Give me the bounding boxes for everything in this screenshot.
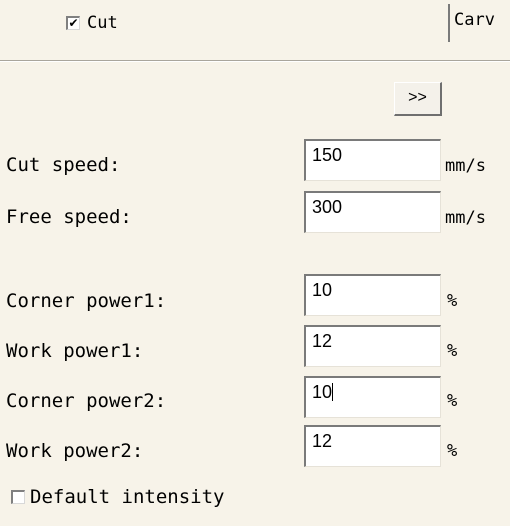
corner-power2-label: Corner power2: (6, 390, 167, 412)
cut-checkbox[interactable]: ✔ (66, 16, 80, 30)
cut-checkbox-label: Cut (87, 13, 118, 33)
cut-speed-label: Cut speed: (6, 154, 121, 176)
expand-button[interactable]: >> (394, 82, 442, 116)
separator (0, 60, 510, 62)
corner-power1-input[interactable]: 10 (304, 274, 441, 316)
work-power1-input[interactable]: 12 (304, 325, 441, 367)
corner-power1-label: Corner power1: (6, 290, 167, 312)
work-power2-unit: % (447, 441, 458, 461)
work-power2-value: 12 (312, 431, 333, 451)
corner-power2-input[interactable]: 10 (304, 376, 441, 418)
free-speed-value: 300 (312, 197, 343, 217)
cut-speed-value: 150 (312, 145, 343, 165)
free-speed-input[interactable]: 300 (304, 191, 441, 233)
default-intensity-checkbox[interactable] (11, 490, 25, 504)
corner-power2-value: 10 (312, 382, 333, 402)
work-power1-label: Work power1: (6, 340, 144, 362)
work-power2-label: Work power2: (6, 440, 144, 462)
text-caret (332, 383, 334, 401)
work-power1-unit: % (447, 341, 458, 361)
work-power1-value: 12 (312, 331, 333, 351)
cut-speed-input[interactable]: 150 (304, 139, 441, 181)
check-mark-icon: ✔ (68, 16, 79, 30)
corner-power1-unit: % (447, 291, 458, 311)
expand-button-label: >> (408, 89, 427, 106)
corner-power1-value: 10 (312, 280, 333, 300)
work-power2-input[interactable]: 12 (304, 425, 441, 467)
free-speed-label: Free speed: (6, 206, 132, 228)
carve-tab[interactable]: Carv (448, 4, 510, 42)
default-intensity-label: Default intensity (30, 486, 225, 508)
corner-power2-unit: % (447, 391, 458, 411)
carve-tab-label: Carv (454, 10, 495, 30)
cut-speed-unit: mm/s (445, 156, 486, 176)
free-speed-unit: mm/s (445, 208, 486, 228)
